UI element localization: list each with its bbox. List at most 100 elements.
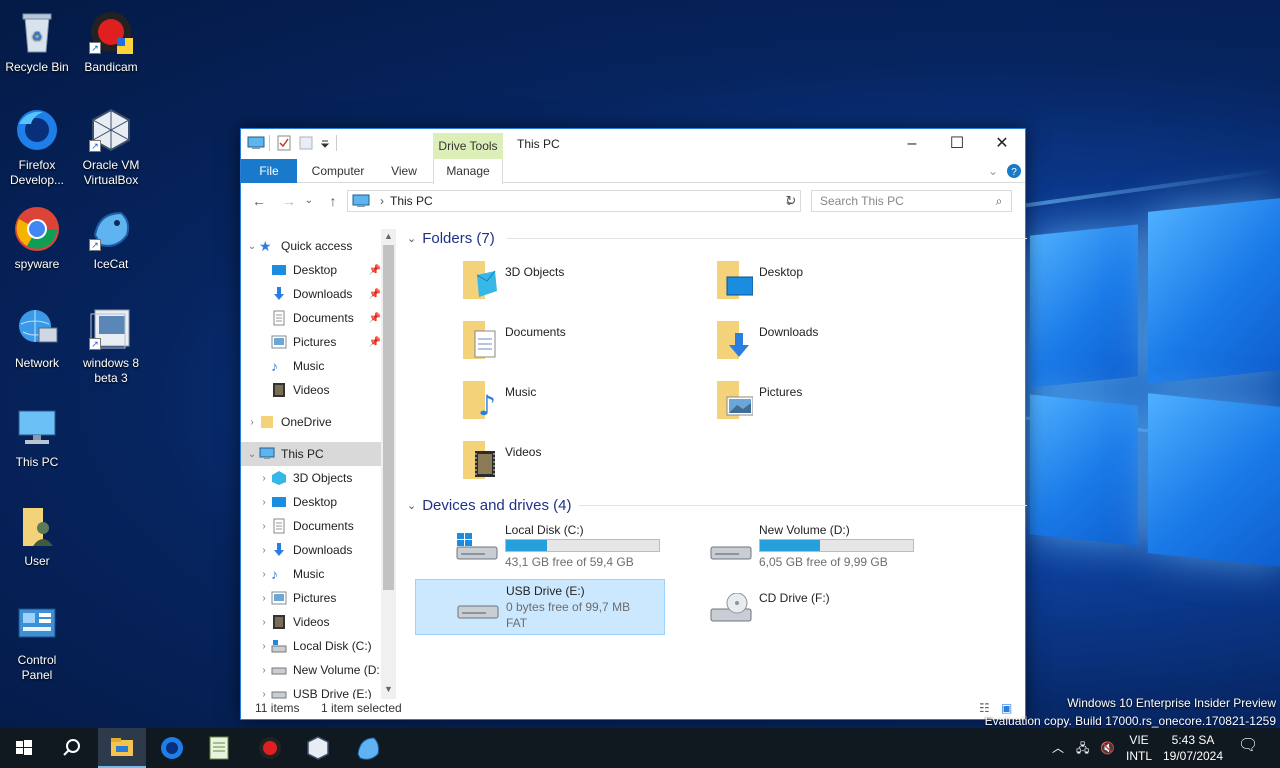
action-center-icon[interactable]: 🗨 bbox=[1238, 738, 1258, 754]
tab-manage[interactable]: Manage bbox=[433, 159, 503, 184]
volume-muted-icon[interactable]: 🔇 bbox=[1100, 740, 1115, 756]
nav-pc-videos[interactable]: › Videos bbox=[241, 610, 381, 634]
chevron-down-icon[interactable]: ⌄ bbox=[407, 499, 416, 512]
start-button[interactable] bbox=[0, 728, 48, 768]
maximize-button[interactable]: ☐ bbox=[934, 129, 980, 159]
nav-pane-scroll-thumb[interactable] bbox=[383, 245, 394, 590]
show-hidden-icons-icon[interactable]: ︿ bbox=[1052, 740, 1064, 756]
chevron-right-icon[interactable]: › bbox=[257, 569, 271, 580]
taskbar-notepad[interactable] bbox=[196, 728, 244, 768]
chevron-right-icon[interactable]: › bbox=[257, 545, 271, 556]
desktop-icon-network[interactable]: Network bbox=[1, 304, 73, 371]
nav-pc-documents[interactable]: › Documents bbox=[241, 514, 381, 538]
properties-icon[interactable] bbox=[276, 135, 292, 151]
nav-quick-pictures[interactable]: Pictures 📌 bbox=[241, 330, 381, 354]
folder-desktop[interactable]: Desktop bbox=[713, 257, 963, 313]
forward-button[interactable]: → bbox=[279, 191, 299, 211]
chevron-right-icon[interactable]: › bbox=[257, 665, 271, 676]
up-button[interactable]: ↑ bbox=[323, 191, 343, 211]
nav-pc-new-volume-d[interactable]: › New Volume (D: bbox=[241, 658, 381, 682]
folder-documents[interactable]: Documents bbox=[459, 317, 709, 373]
folder-pictures[interactable]: Pictures bbox=[713, 377, 963, 433]
chevron-right-icon[interactable]: › bbox=[257, 641, 271, 652]
new-folder-icon[interactable] bbox=[298, 135, 314, 151]
folder-downloads[interactable]: Downloads bbox=[713, 317, 963, 373]
desktop-icon-recycle-bin[interactable]: ♻ Recycle Bin bbox=[1, 8, 73, 75]
recent-locations-button[interactable]: ⌄ bbox=[303, 191, 315, 211]
chevron-right-icon[interactable]: › bbox=[257, 593, 271, 604]
chevron-right-icon[interactable]: › bbox=[257, 689, 271, 700]
nav-quick-documents[interactable]: Documents 📌 bbox=[241, 306, 381, 330]
chevron-right-icon[interactable]: › bbox=[245, 417, 259, 428]
pin-icon[interactable]: 📌 bbox=[369, 337, 381, 348]
chevron-right-icon[interactable]: › bbox=[257, 521, 271, 532]
scroll-up-icon[interactable]: ▲ bbox=[384, 231, 393, 241]
drive-usb-drive-e[interactable]: USB Drive (E:) 0 bytes free of 99,7 MB F… bbox=[415, 579, 665, 635]
desktop-icon-user[interactable]: User bbox=[1, 502, 73, 569]
taskbar-virtualbox[interactable] bbox=[294, 728, 342, 768]
tab-computer[interactable]: Computer bbox=[303, 159, 373, 183]
folder-videos[interactable]: Videos bbox=[459, 437, 709, 493]
desktop-icon-bandicam[interactable]: ↗ Bandicam bbox=[75, 8, 147, 75]
computer-small-icon[interactable] bbox=[247, 135, 265, 151]
nav-pc-music[interactable]: › ♪ Music bbox=[241, 562, 381, 586]
expand-ribbon-icon[interactable]: ⌄ bbox=[983, 159, 1003, 183]
nav-pc-downloads[interactable]: › Downloads bbox=[241, 538, 381, 562]
taskbar-file-explorer[interactable] bbox=[98, 728, 146, 768]
desktop-icon-control-panel[interactable]: Control Panel bbox=[1, 601, 73, 683]
nav-pc-desktop[interactable]: › Desktop bbox=[241, 490, 381, 514]
nav-pc-pictures[interactable]: › Pictures bbox=[241, 586, 381, 610]
nav-onedrive[interactable]: › OneDrive bbox=[241, 410, 381, 434]
desktop-icon-virtualbox[interactable]: ↗ Oracle VM VirtualBox bbox=[75, 106, 147, 188]
nav-quick-desktop[interactable]: Desktop 📌 bbox=[241, 258, 381, 282]
taskbar-firefox-developer[interactable] bbox=[148, 728, 196, 768]
taskbar-bandicam[interactable] bbox=[246, 728, 294, 768]
chevron-down-icon[interactable]: ⌄ bbox=[245, 241, 259, 252]
chevron-right-icon[interactable]: › bbox=[257, 497, 271, 508]
nav-pc-3d-objects[interactable]: › 3D Objects bbox=[241, 466, 381, 490]
network-tray-icon[interactable]: 🖧 bbox=[1076, 740, 1089, 756]
breadcrumb-this-pc[interactable]: This PC bbox=[390, 194, 433, 208]
title-bar[interactable]: Drive Tools This PC – ☐ ✕ bbox=[241, 129, 1025, 160]
scroll-down-icon[interactable]: ▼ bbox=[384, 684, 393, 694]
folders-group-header[interactable]: ⌄ Folders (7) bbox=[407, 229, 1027, 247]
desktop-icon-firefox-developer[interactable]: Firefox Develop... bbox=[1, 106, 73, 188]
folder-music[interactable]: ♪ Music bbox=[459, 377, 709, 433]
chevron-right-icon[interactable]: › bbox=[257, 617, 271, 628]
drive-new-volume-d[interactable]: New Volume (D:) 6,05 GB free of 9,99 GB bbox=[669, 519, 919, 575]
nav-quick-downloads[interactable]: Downloads 📌 bbox=[241, 282, 381, 306]
desktop-icon-icecat[interactable]: ↗ IceCat bbox=[75, 205, 147, 272]
close-button[interactable]: ✕ bbox=[979, 129, 1025, 159]
nav-quick-access[interactable]: ⌄ ★ Quick access bbox=[241, 234, 381, 258]
nav-pc-usb-drive-e[interactable]: › USB Drive (E:) bbox=[241, 682, 381, 699]
pin-icon[interactable]: 📌 bbox=[369, 289, 381, 300]
pin-icon[interactable]: 📌 bbox=[369, 265, 381, 276]
folder-3d-objects[interactable]: 3D Objects bbox=[459, 257, 709, 313]
drives-group-header[interactable]: ⌄ Devices and drives (4) bbox=[407, 496, 1027, 514]
chevron-right-icon[interactable]: › bbox=[257, 473, 271, 484]
chevron-down-icon[interactable]: ⌄ bbox=[245, 449, 259, 460]
nav-quick-videos[interactable]: Videos bbox=[241, 378, 381, 402]
drive-local-disk-c[interactable]: Local Disk (C:) 43,1 GB free of 59,4 GB bbox=[415, 519, 665, 575]
chevron-down-icon[interactable]: ⌄ bbox=[407, 232, 416, 245]
clock[interactable]: 5:43 SA 19/07/2024 bbox=[1160, 732, 1226, 764]
desktop-icon-this-pc[interactable]: This PC bbox=[1, 403, 73, 470]
pin-icon[interactable]: 📌 bbox=[369, 313, 381, 324]
minimize-button[interactable]: – bbox=[889, 129, 935, 159]
search-input[interactable]: Search This PC bbox=[811, 190, 1012, 212]
tab-file[interactable]: File bbox=[241, 159, 297, 183]
back-button[interactable]: ← bbox=[249, 191, 269, 211]
nav-pc-local-disk-c[interactable]: › Local Disk (C:) bbox=[241, 634, 381, 658]
nav-pane-scrollbar[interactable]: ▲ ▼ bbox=[381, 229, 396, 699]
nav-this-pc[interactable]: ⌄ This PC bbox=[241, 442, 381, 466]
nav-quick-music[interactable]: ♪ Music bbox=[241, 354, 381, 378]
address-bar[interactable]: › This PC ⌄ bbox=[347, 190, 801, 212]
refresh-button[interactable]: ↻ bbox=[781, 191, 801, 211]
customize-qat-icon[interactable] bbox=[320, 135, 330, 151]
taskbar-icecat[interactable] bbox=[344, 728, 392, 768]
tab-view[interactable]: View bbox=[381, 159, 427, 183]
search-button[interactable] bbox=[48, 728, 96, 768]
help-icon[interactable]: ? bbox=[1005, 159, 1023, 183]
desktop-icon-spyware[interactable]: spyware bbox=[1, 205, 73, 272]
desktop-icon-windows-8-beta[interactable]: ↗ windows 8 beta 3 bbox=[75, 304, 147, 386]
